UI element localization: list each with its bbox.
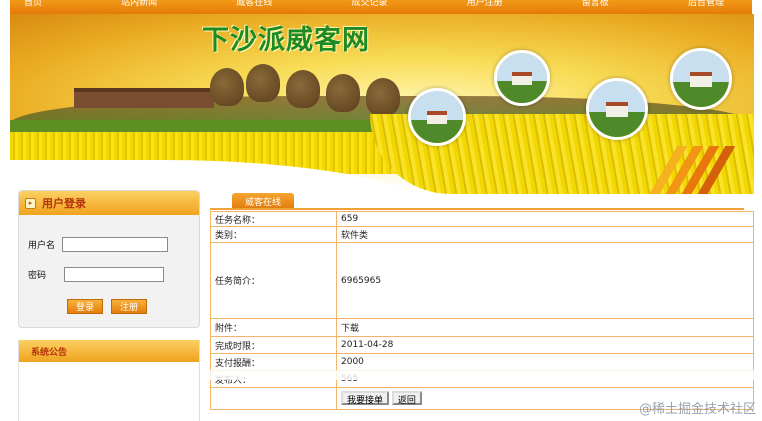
- glare-overlay: [210, 370, 754, 380]
- nav-item-news[interactable]: 站内新闻: [121, 0, 157, 14]
- table-row: 任务简介： 6965965: [210, 242, 754, 319]
- banner-photo-circle: [586, 78, 648, 140]
- banner-farmhouse: [74, 88, 214, 108]
- accept-task-button[interactable]: 我要接单: [341, 391, 390, 405]
- field-label: 任务名称：: [210, 211, 337, 227]
- username-row: 用户名: [28, 237, 168, 252]
- banner-photo-circle: [670, 48, 732, 110]
- field-value: 6965965: [336, 242, 754, 319]
- field-value: 软件类: [336, 226, 754, 243]
- tab-tasks-online[interactable]: 威客在线: [232, 193, 294, 209]
- empty-cell: [210, 387, 337, 410]
- field-value: 659: [336, 211, 754, 227]
- nav-item-register[interactable]: 用户注册: [467, 0, 503, 14]
- banner-tree: [286, 70, 320, 108]
- bullet-icon: ▸: [25, 197, 36, 209]
- banner-photo-circle: [494, 50, 550, 106]
- notice-panel-title: 系统公告: [31, 347, 68, 358]
- login-button[interactable]: 登录: [67, 299, 104, 314]
- back-button[interactable]: 返回: [391, 391, 422, 405]
- login-panel-header: ▸ 用户登录: [19, 191, 199, 215]
- table-row: 完成时限： 2011-04-28: [210, 336, 754, 354]
- notice-panel-header: 系统公告: [19, 340, 199, 362]
- nav-item-tasks[interactable]: 威客在线: [236, 0, 272, 14]
- banner-photo-circle: [408, 88, 466, 146]
- field-label: 类别：: [210, 226, 337, 243]
- table-row: 附件： 下载: [210, 318, 754, 337]
- banner-tree: [210, 68, 244, 106]
- field-label: 任务简介：: [210, 242, 337, 319]
- field-value: 2000: [336, 353, 754, 371]
- download-link[interactable]: 下载: [341, 324, 359, 334]
- nav-item-home[interactable]: 首页: [24, 0, 42, 14]
- banner-tree: [366, 78, 400, 116]
- tab-underline: [210, 208, 744, 210]
- site-banner: 下沙派威客网: [10, 14, 754, 194]
- table-row: 任务名称： 659: [210, 211, 754, 227]
- table-row: 支付报酬： 2000: [210, 353, 754, 371]
- field-value: 下载: [336, 318, 754, 337]
- site-title: 下沙派威客网: [202, 25, 370, 56]
- nav-item-guestbook[interactable]: 留言板: [582, 0, 609, 14]
- password-input[interactable]: [64, 267, 164, 282]
- banner-orange-stripes: [642, 146, 740, 194]
- password-row: 密码: [28, 267, 164, 282]
- banner-tree: [246, 64, 280, 102]
- login-panel: ▸ 用户登录 用户名 密码 登录 注册: [18, 190, 200, 328]
- banner-tree: [326, 74, 360, 112]
- password-label: 密码: [28, 271, 47, 281]
- field-label: 支付报酬：: [210, 353, 337, 371]
- nav-item-admin[interactable]: 后台管理: [688, 0, 724, 14]
- register-button[interactable]: 注册: [111, 299, 148, 314]
- username-input[interactable]: [62, 237, 168, 252]
- nav-item-deals[interactable]: 成交记录: [351, 0, 387, 14]
- login-panel-title: 用户登录: [42, 197, 86, 210]
- task-detail-table: 任务名称： 659 类别： 软件类 任务简介： 6965965 附件： 下载 完…: [210, 211, 754, 410]
- watermark-text: @稀土掘金技术社区: [638, 402, 756, 417]
- top-nav: 首页 站内新闻 威客在线 成交记录 用户注册 留言板 后台管理: [10, 0, 752, 14]
- field-label: 附件：: [210, 318, 337, 337]
- username-label: 用户名: [28, 241, 56, 251]
- notice-panel: 系统公告: [18, 340, 200, 421]
- table-row: 类别： 软件类: [210, 226, 754, 243]
- field-value: 2011-04-28: [336, 336, 754, 354]
- field-label: 完成时限：: [210, 336, 337, 354]
